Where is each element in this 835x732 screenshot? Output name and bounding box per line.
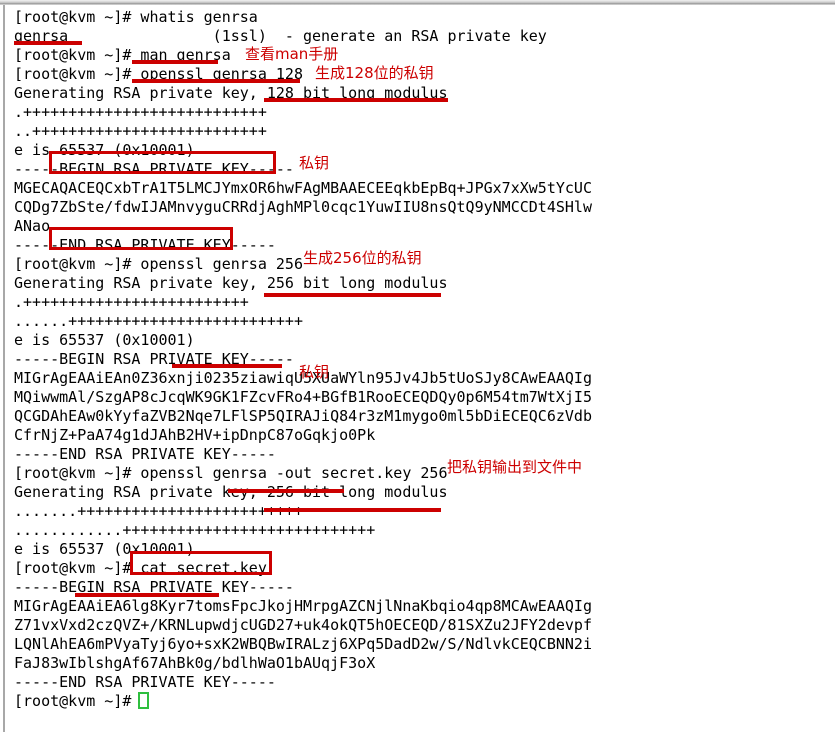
terminal-line: [root@kvm ~]# openssl genrsa 128 (14, 65, 303, 83)
window-left-border (3, 5, 5, 732)
terminal-line: FaJ83wIblshgAf67AhBk0g/bdlhWaO1bAUqjF3oX (14, 654, 376, 672)
terminal-line: Generating RSA private key, 256 bit long… (14, 483, 448, 501)
terminal-line: LQNlAhEA6mPVyaTyj6yo+sxK2WBQBwIRALzj6XPq… (14, 635, 592, 653)
terminal-line: -----BEGIN RSA PRIVATE KEY----- (14, 578, 294, 596)
terminal-line: -----END RSA PRIVATE KEY----- (14, 236, 276, 254)
terminal-line: QCGDAhEAw0kYyfaZVB2Nqe7LFlSP5QIRAJiQ84r3… (14, 407, 592, 425)
terminal-line: .+++++++++++++++++++++++++ (14, 293, 249, 311)
terminal-line: [root@kvm ~]# openssl genrsa -out secret… (14, 464, 448, 482)
terminal-line: -----END RSA PRIVATE KEY----- (14, 445, 276, 463)
terminal-line: MIGrAgEAAiEA6lg8Kyr7tomsFpcJkojHMrpgAZCN… (14, 597, 592, 615)
terminal-line: -----BEGIN RSA PRIVATE KEY----- (14, 350, 294, 368)
terminal-line: MGECAQACEQCxbTrA1T5LMCJYmxOR6hwFAgMBAAEC… (14, 179, 592, 197)
terminal-line: [root@kvm ~]# (14, 692, 141, 710)
terminal-line: e is 65537 (0x10001) (14, 540, 195, 558)
terminal-line: Generating RSA private key, 256 bit long… (14, 274, 448, 292)
terminal-line: [root@kvm ~]# cat secret.key (14, 559, 267, 577)
terminal-line: Generating RSA private key, 128 bit long… (14, 84, 448, 102)
terminal-line: ANao (14, 217, 51, 235)
terminal-line: -----BEGIN RSA PRIVATE KEY----- (14, 160, 294, 178)
terminal-line: -----END RSA PRIVATE KEY----- (14, 673, 276, 691)
terminal-line: .+++++++++++++++++++++++++++ (14, 103, 267, 121)
terminal-line: ............++++++++++++++++++++++++++++ (14, 521, 376, 539)
terminal-line: ..++++++++++++++++++++++++++ (14, 122, 267, 140)
terminal-line: [root@kvm ~]# whatis genrsa (14, 8, 258, 26)
terminal-line: MIGrAgEAAiEAn0Z36xnji0235ziawiqU5XUaWYln… (14, 369, 592, 387)
terminal-output[interactable]: [root@kvm ~]# whatis genrsa genrsa (1ssl)… (14, 5, 829, 730)
terminal-line: .......+++++++++++++++++++++++++ (14, 502, 303, 520)
terminal-line: MQiwwmAl/SzgAP8cJcqWK9GK1FZcvFRo4+BGfB1R… (14, 388, 592, 406)
terminal-line: ......++++++++++++++++++++++++++ (14, 312, 303, 330)
terminal-line: e is 65537 (0x10001) (14, 141, 195, 159)
terminal-line: CQDg7ZbSte/fdwIJAMnvyguCRRdjAghMPl0cqc1Y… (14, 198, 592, 216)
terminal-line: genrsa (1ssl) - generate an RSA private … (14, 27, 547, 45)
terminal-line: e is 65537 (0x10001) (14, 331, 195, 349)
terminal-line: Z71vxVxd2czQVZ+/KRNLupwdjcUGD27+uk4okQT5… (14, 616, 592, 634)
terminal-line: [root@kvm ~]# man genrsa (14, 46, 231, 64)
terminal-line: CfrNjZ+PaA74g1dJAhB2HV+ipDnpC87oGqkjo0Pk (14, 426, 376, 444)
terminal-line: [root@kvm ~]# openssl genrsa 256 (14, 255, 303, 273)
